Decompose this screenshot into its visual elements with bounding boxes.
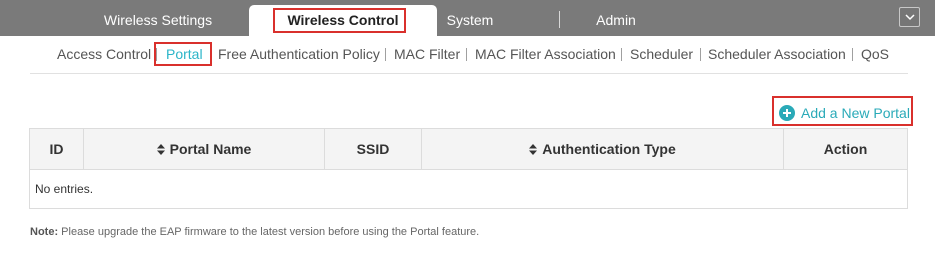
column-label: Authentication Type	[542, 141, 676, 157]
plus-circle-icon	[779, 105, 795, 121]
note-text: Please upgrade the EAP firmware to the l…	[58, 226, 480, 238]
divider	[30, 73, 908, 74]
column-header-id: ID	[30, 129, 83, 169]
column-label: Action	[823, 141, 868, 157]
menu-dropdown-button[interactable]	[899, 7, 920, 27]
tab-wireless-control[interactable]: Wireless Control	[249, 5, 437, 36]
subnav-separator	[156, 48, 157, 61]
subnav-separator	[466, 48, 467, 61]
subnav-scheduler[interactable]: Scheduler	[630, 44, 693, 64]
subnav-mac-filter-association[interactable]: MAC Filter Association	[475, 44, 616, 64]
add-new-portal-label: Add a New Portal	[801, 105, 910, 121]
subnav-separator	[852, 48, 853, 61]
subnav-separator	[385, 48, 386, 61]
note-prefix: Note:	[30, 226, 59, 238]
sort-icon	[529, 143, 538, 155]
table-row: No entries.	[30, 170, 907, 208]
table-header: ID Portal Name SSID Authentication Type …	[30, 129, 907, 170]
firmware-note: Note: Please upgrade the EAP firmware to…	[30, 226, 479, 238]
subnav-free-authentication-policy[interactable]: Free Authentication Policy	[218, 44, 380, 64]
empty-table-message: No entries.	[35, 182, 94, 196]
subnav-separator	[210, 48, 211, 61]
column-header-portal-name[interactable]: Portal Name	[83, 129, 324, 169]
sort-icon	[156, 143, 165, 155]
subnav-separator	[700, 48, 701, 61]
chevron-down-icon	[905, 14, 915, 21]
top-nav-bar: Wireless Settings Wireless Control Syste…	[0, 0, 935, 36]
column-label: SSID	[356, 141, 390, 157]
tab-divider	[559, 11, 560, 28]
subnav-scheduler-association[interactable]: Scheduler Association	[708, 44, 846, 64]
column-header-ssid: SSID	[324, 129, 421, 169]
subnav-access-control[interactable]: Access Control	[57, 44, 151, 64]
subnav-portal[interactable]: Portal	[166, 44, 203, 64]
column-header-action: Action	[783, 129, 907, 169]
tab-admin[interactable]: Admin	[568, 5, 664, 36]
portal-table: ID Portal Name SSID Authentication Type …	[29, 128, 908, 209]
subnav-qos[interactable]: QoS	[861, 44, 889, 64]
subnav-separator	[621, 48, 622, 61]
column-label: Portal Name	[169, 141, 252, 157]
sub-nav: Access Control Portal Free Authenticatio…	[0, 44, 935, 64]
tab-wireless-settings[interactable]: Wireless Settings	[78, 5, 238, 36]
column-header-authentication-type[interactable]: Authentication Type	[421, 129, 783, 169]
column-label: ID	[49, 141, 64, 157]
subnav-mac-filter[interactable]: MAC Filter	[394, 44, 460, 64]
tab-system[interactable]: System	[420, 5, 520, 36]
